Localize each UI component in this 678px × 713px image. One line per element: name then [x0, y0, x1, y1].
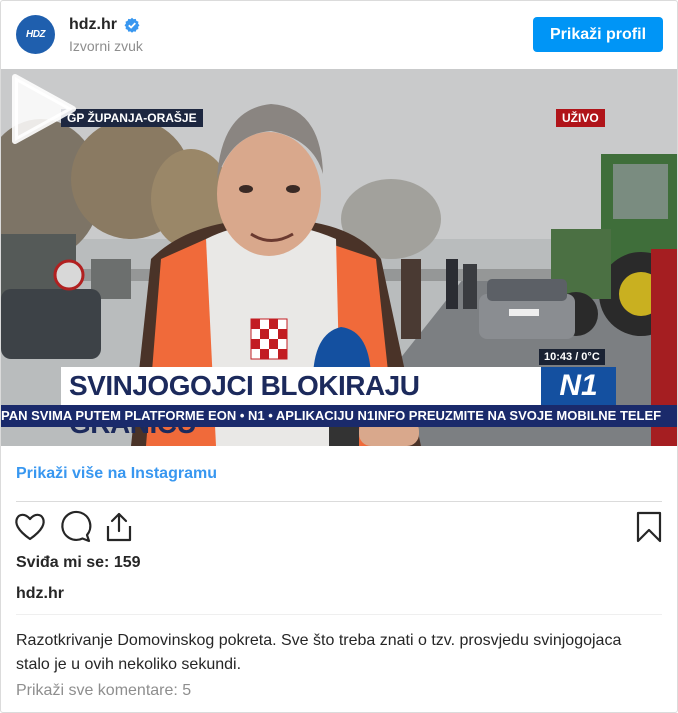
- instagram-embed-card: HDZ hdz.hr Izvorni zvuk Prikaži profil G…: [0, 0, 678, 713]
- bookmark-icon[interactable]: [632, 510, 666, 544]
- comment-icon[interactable]: [58, 510, 92, 544]
- likes-count[interactable]: Sviđa mi se: 159: [16, 554, 141, 572]
- post-header: HDZ hdz.hr Izvorni zvuk Prikaži profil: [1, 1, 677, 69]
- view-profile-button[interactable]: Prikaži profil: [533, 17, 663, 52]
- video-media[interactable]: GP ŽUPANJA-ORAŠJE UŽIVO 10:43 / 0°C SVIN…: [1, 69, 677, 446]
- share-icon[interactable]: [102, 510, 136, 544]
- avatar[interactable]: HDZ: [16, 15, 55, 54]
- view-more-on-instagram-link[interactable]: Prikaži više na Instagramu: [16, 465, 217, 483]
- caption-author[interactable]: hdz.hr: [16, 585, 64, 603]
- news-ticker: PAN SVIMA PUTEM PLATFORME EON • N1 • APL…: [1, 405, 677, 427]
- heart-icon[interactable]: [13, 510, 47, 544]
- location-tag: GP ŽUPANJA-ORAŠJE: [61, 109, 203, 127]
- avatar-logo-text: HDZ: [25, 29, 46, 40]
- audio-subtitle[interactable]: Izvorni zvuk: [69, 38, 143, 54]
- username[interactable]: hdz.hr: [69, 16, 117, 34]
- divider: [16, 614, 662, 615]
- post-caption: Razotkrivanje Domovinskog pokreta. Sve š…: [16, 632, 622, 673]
- play-icon[interactable]: [1, 69, 81, 149]
- channel-logo: N1: [541, 367, 616, 405]
- news-headline: SVINJOGOJCI BLOKIRAJU GRANICU: [61, 367, 551, 439]
- divider: [16, 501, 662, 502]
- time-temperature-tag: 10:43 / 0°C: [539, 349, 605, 365]
- live-tag: UŽIVO: [556, 109, 605, 127]
- verified-badge-icon: [124, 17, 140, 33]
- view-all-comments-link[interactable]: Prikaži sve komentare: 5: [16, 682, 191, 700]
